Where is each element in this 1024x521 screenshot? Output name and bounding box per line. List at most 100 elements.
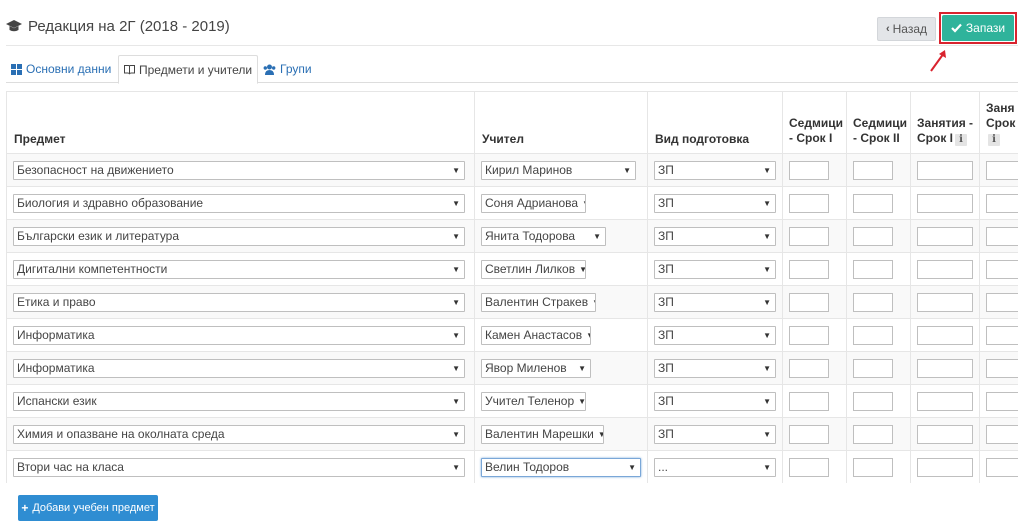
prep-type-select[interactable]: ЗП ▼ bbox=[654, 391, 776, 411]
col-header-weeks-term1: Седмици - Срок I bbox=[782, 91, 847, 154]
lessons-term2-input[interactable] bbox=[986, 160, 1018, 180]
lessons-term1-input[interactable] bbox=[917, 292, 973, 312]
prep-type-select[interactable]: ... ▼ bbox=[654, 457, 776, 477]
tab-subjects-teachers[interactable]: Предмети и учители bbox=[118, 55, 259, 84]
weeks-term2-cell bbox=[846, 318, 911, 352]
prep-type-select[interactable]: ЗП ▼ bbox=[654, 259, 776, 279]
teacher-select[interactable]: Учител Теленор ▼ bbox=[481, 391, 586, 411]
subject-select[interactable]: Втори час на класа ▼ bbox=[13, 457, 465, 477]
teacher-select[interactable]: Янита Тодорова ▼ bbox=[481, 226, 606, 246]
prep-type-select[interactable]: ЗП ▼ bbox=[654, 292, 776, 312]
weeks-term2-input[interactable] bbox=[853, 160, 893, 180]
select-value: ... bbox=[658, 460, 669, 474]
subject-select[interactable]: Химия и опазване на околната среда ▼ bbox=[13, 424, 465, 444]
weeks-term1-cell bbox=[782, 153, 847, 187]
subject-select[interactable]: Биология и здравно образование ▼ bbox=[13, 193, 465, 213]
weeks-term1-input[interactable] bbox=[789, 457, 829, 477]
teacher-select[interactable]: Соня Адрианова▼ bbox=[481, 193, 586, 213]
weeks-term1-input[interactable] bbox=[789, 226, 829, 246]
caret-down-icon: ▼ bbox=[452, 330, 460, 340]
caret-down-icon: ▼ bbox=[586, 331, 590, 340]
subject-select[interactable]: Безопасност на движението ▼ bbox=[13, 160, 465, 180]
lessons-term1-input[interactable] bbox=[917, 457, 973, 477]
teacher-select[interactable]: Кирил Маринов ▼ bbox=[481, 160, 636, 180]
weeks-term2-cell bbox=[846, 351, 911, 385]
prep-type-cell: ЗП ▼ bbox=[647, 318, 783, 352]
weeks-term1-input[interactable] bbox=[789, 193, 829, 213]
prep-type-select[interactable]: ЗП ▼ bbox=[654, 325, 776, 345]
add-subject-button[interactable]: + Добави учебен предмет bbox=[18, 495, 158, 521]
teacher-select[interactable]: Валентин Марешки ▼ bbox=[481, 424, 604, 444]
lessons-term2-input[interactable] bbox=[986, 193, 1018, 213]
weeks-term1-input[interactable] bbox=[789, 424, 829, 444]
weeks-term1-input[interactable] bbox=[789, 391, 829, 411]
weeks-term2-input[interactable] bbox=[853, 457, 893, 477]
lessons-term1-input[interactable] bbox=[917, 358, 973, 378]
weeks-term2-input[interactable] bbox=[853, 226, 893, 246]
tab-basic-data[interactable]: Основни данни bbox=[6, 55, 116, 83]
weeks-term2-input[interactable] bbox=[853, 325, 893, 345]
select-value: ЗП bbox=[658, 229, 674, 243]
save-button[interactable]: Запази bbox=[942, 15, 1014, 41]
lessons-term2-input[interactable] bbox=[986, 358, 1018, 378]
weeks-term2-input[interactable] bbox=[853, 391, 893, 411]
teacher-select[interactable]: Явор Миленов ▼ bbox=[481, 358, 591, 378]
caret-down-icon: ▼ bbox=[763, 462, 771, 472]
teacher-select[interactable]: Камен Анастасов▼ bbox=[481, 325, 591, 345]
prep-type-cell: ... ▼ bbox=[647, 450, 783, 483]
select-value: ЗП bbox=[658, 328, 674, 342]
weeks-term2-input[interactable] bbox=[853, 259, 893, 279]
lessons-term2-input[interactable] bbox=[986, 292, 1018, 312]
lessons-term2-input[interactable] bbox=[986, 226, 1018, 246]
lessons-term1-input[interactable] bbox=[917, 325, 973, 345]
lessons-term1-input[interactable] bbox=[917, 259, 973, 279]
lessons-term2-cell bbox=[979, 384, 1018, 418]
weeks-term2-input[interactable] bbox=[853, 358, 893, 378]
teacher-select[interactable]: Светлин Лилков▼ bbox=[481, 259, 586, 279]
weeks-term1-input[interactable] bbox=[789, 292, 829, 312]
prep-type-select[interactable]: ЗП ▼ bbox=[654, 424, 776, 444]
weeks-term2-input[interactable] bbox=[853, 193, 893, 213]
lessons-term2-input[interactable] bbox=[986, 457, 1018, 477]
lessons-term2-input[interactable] bbox=[986, 391, 1018, 411]
lessons-term1-input[interactable] bbox=[917, 391, 973, 411]
subject-select[interactable]: Испански език ▼ bbox=[13, 391, 465, 411]
weeks-term2-input[interactable] bbox=[853, 424, 893, 444]
teacher-select[interactable]: Велин Тодоров ▼ bbox=[481, 457, 641, 477]
lessons-term1-cell bbox=[910, 318, 980, 352]
subject-select[interactable]: Дигитални компетентности ▼ bbox=[13, 259, 465, 279]
lessons-term2-input[interactable] bbox=[986, 259, 1018, 279]
subject-cell: Дигитални компетентности ▼ bbox=[6, 252, 475, 286]
lessons-term1-cell bbox=[910, 219, 980, 253]
teacher-select[interactable]: Валентин Стракев▼ bbox=[481, 292, 596, 312]
select-value: Безопасност на движението bbox=[17, 163, 174, 177]
weeks-term1-input[interactable] bbox=[789, 325, 829, 345]
caret-down-icon: ▼ bbox=[593, 231, 601, 241]
prep-type-select[interactable]: ЗП ▼ bbox=[654, 226, 776, 246]
weeks-term2-input[interactable] bbox=[853, 292, 893, 312]
caret-down-icon: ▼ bbox=[452, 363, 460, 373]
prep-type-select[interactable]: ЗП ▼ bbox=[654, 358, 776, 378]
weeks-term1-input[interactable] bbox=[789, 358, 829, 378]
lessons-term1-input[interactable] bbox=[917, 424, 973, 444]
select-value: Валентин Стракев bbox=[485, 295, 589, 309]
info-icon[interactable]: i bbox=[955, 134, 967, 146]
prep-type-select[interactable]: ЗП ▼ bbox=[654, 160, 776, 180]
subject-select[interactable]: Етика и право ▼ bbox=[13, 292, 465, 312]
tab-groups[interactable]: Групи bbox=[258, 55, 317, 83]
info-icon[interactable]: i bbox=[988, 134, 1000, 146]
weeks-term1-input[interactable] bbox=[789, 160, 829, 180]
prep-type-select[interactable]: ЗП ▼ bbox=[654, 193, 776, 213]
caret-down-icon: ▼ bbox=[452, 462, 460, 472]
subject-select[interactable]: Български език и литература ▼ bbox=[13, 226, 465, 246]
lessons-term2-input[interactable] bbox=[986, 325, 1018, 345]
subject-select[interactable]: Информатика ▼ bbox=[13, 325, 465, 345]
lessons-term1-input[interactable] bbox=[917, 226, 973, 246]
lessons-term1-input[interactable] bbox=[917, 193, 973, 213]
table-row: Втори час на класа ▼ Велин Тодоров ▼... ▼ bbox=[6, 450, 1018, 483]
back-button[interactable]: ‹ Назад bbox=[877, 17, 936, 41]
lessons-term1-input[interactable] bbox=[917, 160, 973, 180]
weeks-term1-input[interactable] bbox=[789, 259, 829, 279]
lessons-term2-input[interactable] bbox=[986, 424, 1018, 444]
subject-select[interactable]: Информатика ▼ bbox=[13, 358, 465, 378]
